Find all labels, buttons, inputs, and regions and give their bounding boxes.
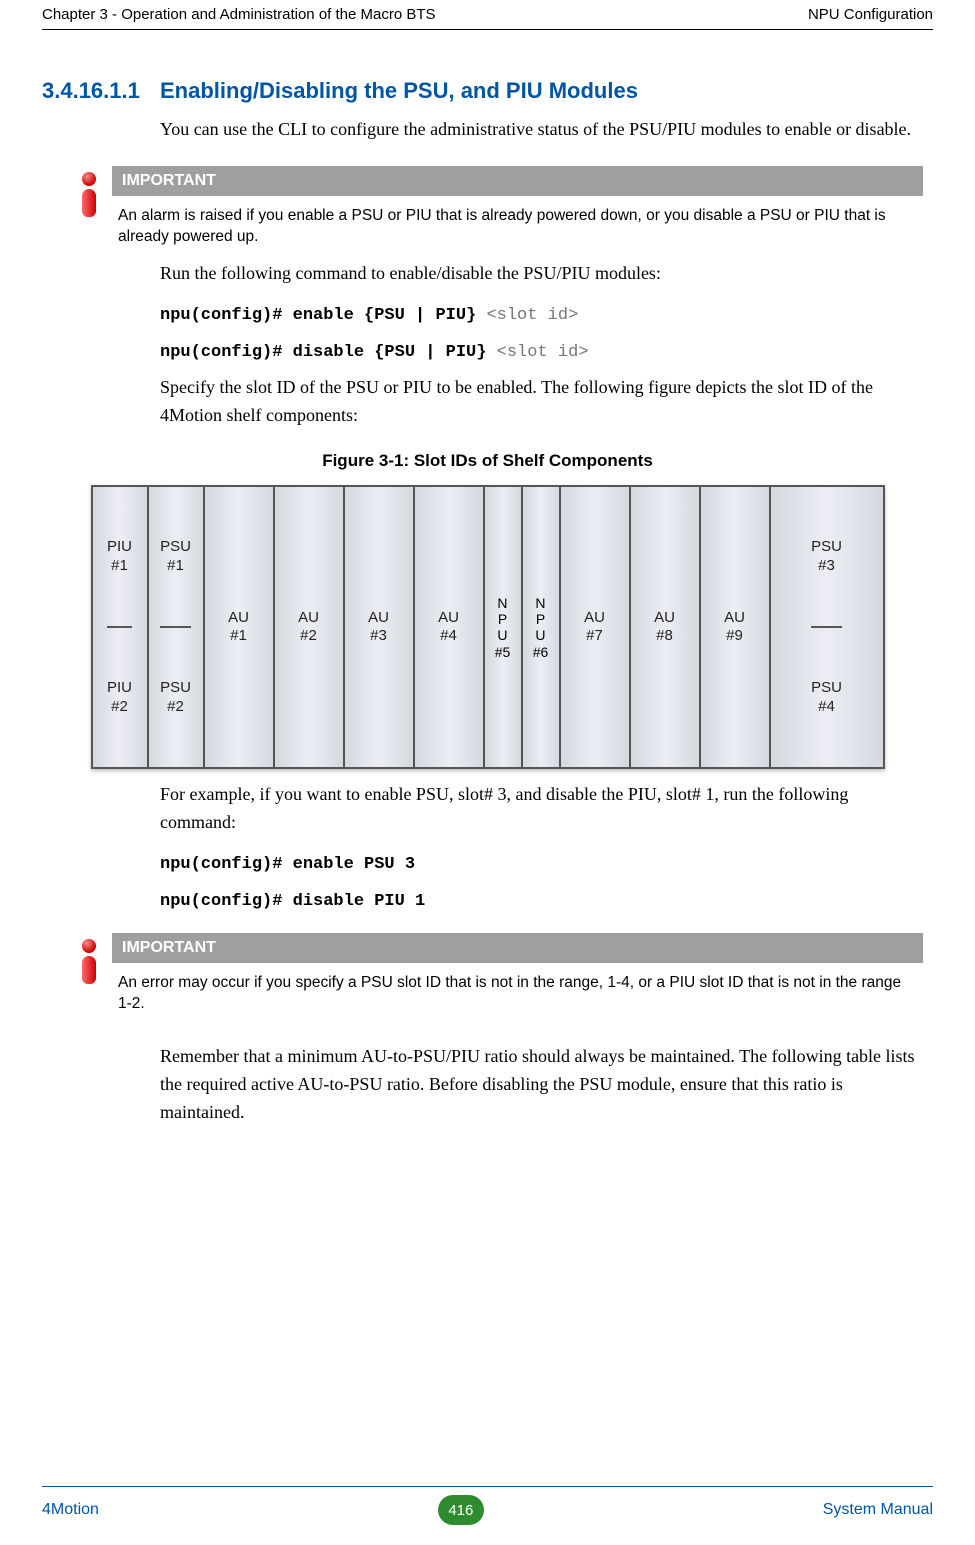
section-title: Enabling/Disabling the PSU, and PIU Modu… [160,78,638,104]
slot-psu2: PSU #2 [160,679,191,717]
slot-npu6: N P U #6 [533,595,549,659]
section-number: 3.4.16.1.1 [42,78,160,104]
slot-psu3: PSU #3 [811,538,842,576]
slot-piu1: PIU #1 [107,538,132,576]
body-column: You can use the CLI to configure the adm… [160,116,923,144]
important-text: An error may occur if you specify a PSU … [112,963,923,1015]
paragraph-run-command: Run the following command to enable/disa… [160,260,923,288]
important-label: IMPORTANT [112,933,923,963]
command-enable: npu(config)# enable {PSU | PIU} <slot id… [160,306,923,325]
header-left: Chapter 3 - Operation and Administration… [42,6,436,23]
header-right: NPU Configuration [808,6,933,23]
slot-au3: AU #3 [368,609,389,647]
running-header: Chapter 3 - Operation and Administration… [42,0,933,30]
command-enable-psu3: npu(config)# enable PSU 3 [160,855,923,874]
paragraph-example: For example, if you want to enable PSU, … [160,781,923,837]
slot-au7: AU #7 [584,609,605,647]
slot-au2: AU #2 [298,609,319,647]
page: Chapter 3 - Operation and Administration… [0,0,975,1545]
figure-caption: Figure 3-1: Slot IDs of Shelf Components [42,451,933,471]
paragraph-ratio: Remember that a minimum AU-to-PSU/PIU ra… [160,1043,923,1127]
important-label: IMPORTANT [112,166,923,196]
slot-psu1: PSU #1 [160,538,191,576]
section-heading: 3.4.16.1.1 Enabling/Disabling the PSU, a… [42,78,933,104]
important-callout-1: IMPORTANT An alarm is raised if you enab… [82,166,923,248]
slot-au4: AU #4 [438,609,459,647]
command-disable: npu(config)# disable {PSU | PIU} <slot i… [160,343,923,362]
command-disable-piu1: npu(config)# disable PIU 1 [160,892,923,911]
info-icon [82,166,112,214]
slot-au9: AU #9 [724,609,745,647]
footer-left: 4Motion [42,1501,99,1519]
slot-piu2: PIU #2 [107,679,132,717]
footer-right: System Manual [823,1501,933,1519]
page-footer: 4Motion 416 System Manual [42,1486,933,1525]
paragraph-intro: You can use the CLI to configure the adm… [160,116,923,144]
page-number-badge: 416 [438,1495,484,1525]
shelf-diagram: PIU #1 PIU #2 PSU #1 PSU #2 AU #1 AU #2 … [91,485,885,769]
slot-au8: AU #8 [654,609,675,647]
important-callout-2: IMPORTANT An error may occur if you spec… [82,933,923,1015]
paragraph-slot-id: Specify the slot ID of the PSU or PIU to… [160,374,923,430]
important-text: An alarm is raised if you enable a PSU o… [112,196,923,248]
slot-au1: AU #1 [228,609,249,647]
slot-psu4: PSU #4 [811,679,842,717]
slot-npu5: N P U #5 [495,595,511,659]
info-icon [82,933,112,981]
